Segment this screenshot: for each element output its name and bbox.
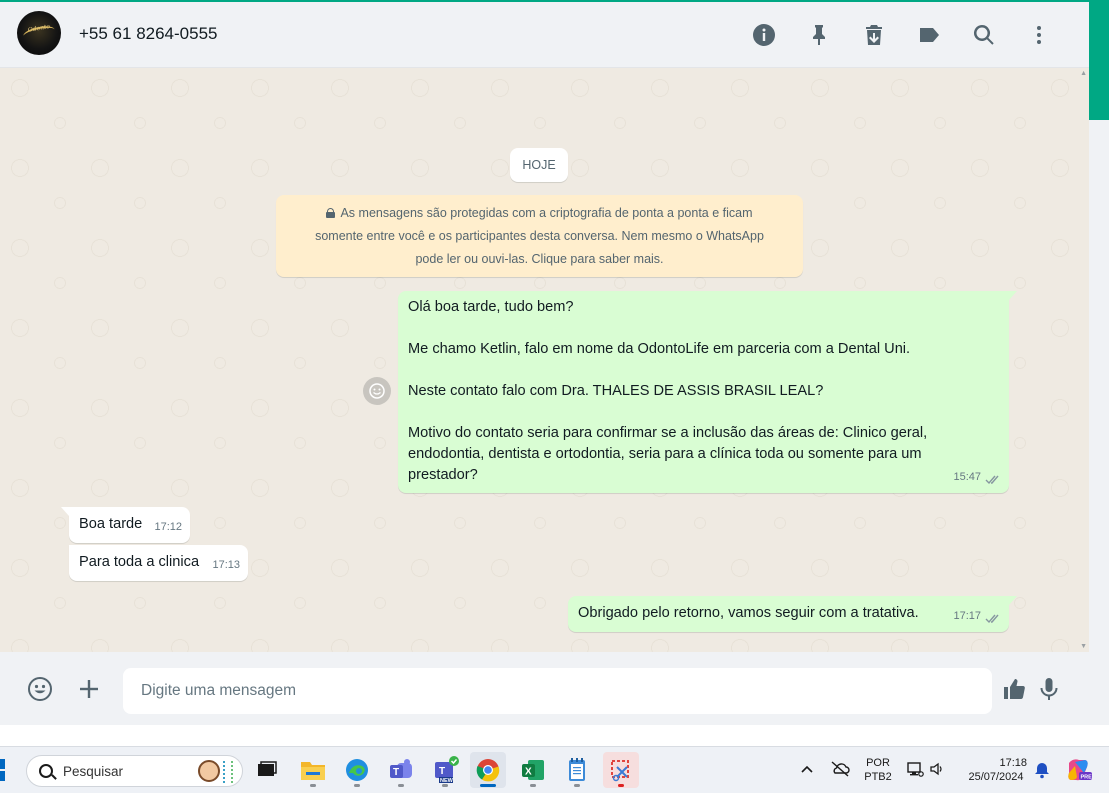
message-meta: 17:12	[154, 517, 182, 538]
header-actions	[736, 18, 1066, 52]
teams-new-icon[interactable]: T NEW	[427, 752, 463, 788]
message-time: 15:47	[953, 471, 981, 483]
onedrive-offline-icon[interactable]	[830, 760, 850, 793]
encryption-notice-text: As mensagens são protegidas com a cripto…	[315, 206, 764, 266]
taskbar-search[interactable]: Pesquisar	[26, 755, 243, 787]
microphone-icon[interactable]	[1034, 674, 1064, 704]
message-time: 17:13	[212, 559, 240, 571]
language-line2: PTB2	[864, 771, 892, 783]
react-emoji-button[interactable]	[363, 377, 391, 405]
window-edge-accent	[1089, 2, 1109, 120]
pin-icon[interactable]	[791, 18, 846, 52]
window-bottom-strip	[0, 725, 1109, 746]
message-text: Boa tarde	[79, 516, 143, 532]
delete-icon[interactable]	[846, 18, 901, 52]
notepad-icon[interactable]	[559, 752, 595, 788]
lock-icon	[326, 208, 336, 218]
attach-plus-icon[interactable]	[74, 674, 104, 704]
message-input[interactable]	[123, 668, 992, 714]
message-meta: 15:47	[953, 467, 1001, 488]
language-line1: POR	[866, 757, 890, 769]
encryption-notice[interactable]: As mensagens são protegidas com a cripto…	[276, 195, 803, 277]
message-incoming[interactable]: Boa tarde 17:12	[61, 507, 190, 543]
message-text: Obrigado pelo retorno, vamos seguir com …	[578, 605, 919, 621]
tray-overflow-chevron-icon[interactable]	[799, 761, 815, 793]
scroll-up-arrow[interactable]: ▲	[1080, 70, 1087, 77]
chat-messages-area[interactable]: ▲ ▼ HOJE As mensagens são protegidas com…	[0, 68, 1089, 652]
excel-icon[interactable]: X	[515, 752, 551, 788]
copilot-badge: PRE	[1081, 775, 1093, 781]
snipping-tool-icon[interactable]	[603, 752, 639, 788]
read-ticks-icon	[985, 611, 1001, 624]
message-time: 17:17	[953, 610, 981, 622]
teams-icon[interactable]: T	[383, 752, 419, 788]
smiley-icon	[369, 383, 385, 399]
info-icon[interactable]	[736, 18, 791, 52]
message-text: Olá boa tarde, tudo bem? Me chamo Ketlin…	[408, 299, 928, 483]
volume-icon[interactable]	[929, 761, 947, 793]
edge-icon[interactable]	[339, 752, 375, 788]
message-composer	[0, 652, 1089, 725]
file-explorer-icon[interactable]	[295, 752, 331, 788]
svg-text:X: X	[525, 767, 532, 778]
contact-avatar[interactable]: Odonto	[17, 11, 61, 55]
windows-taskbar: Pesquisar T T NEW X POR PTB2 17:18 25/07…	[0, 746, 1109, 793]
chat-scrollbar[interactable]: ▲ ▼	[1080, 68, 1089, 652]
message-time: 17:12	[154, 521, 182, 533]
task-view-icon[interactable]	[249, 752, 285, 788]
search-icon[interactable]	[956, 18, 1011, 52]
read-ticks-icon	[985, 472, 1001, 485]
message-outgoing[interactable]: Olá boa tarde, tudo bem? Me chamo Ketlin…	[398, 291, 1017, 493]
chat-header: Odonto +55 61 8264-0555	[0, 2, 1089, 68]
contact-name[interactable]: +55 61 8264-0555	[79, 24, 218, 44]
sticker-icon[interactable]	[999, 674, 1029, 704]
chrome-icon[interactable]	[470, 752, 506, 788]
scroll-down-arrow[interactable]: ▼	[1080, 643, 1087, 650]
windows-start-icon[interactable]	[0, 759, 12, 781]
clock-date: 25/07/2024	[968, 771, 1024, 783]
search-highlight-icon	[196, 759, 234, 785]
svg-text:T: T	[439, 766, 445, 777]
message-meta: 17:17	[953, 606, 1001, 627]
label-icon[interactable]	[901, 18, 956, 52]
input-language-indicator[interactable]: POR PTB2	[862, 756, 894, 793]
taskbar-search-label: Pesquisar	[63, 764, 124, 779]
date-chip: HOJE	[510, 148, 568, 182]
more-options-icon[interactable]	[1011, 18, 1066, 52]
message-meta: 17:13	[212, 555, 240, 576]
network-icon[interactable]	[906, 761, 924, 793]
svg-text:T: T	[393, 767, 399, 778]
search-icon	[39, 764, 53, 778]
notification-bell-icon[interactable]	[1033, 761, 1051, 793]
emoji-icon[interactable]	[25, 674, 55, 704]
message-outgoing[interactable]: Obrigado pelo retorno, vamos seguir com …	[568, 596, 1017, 632]
message-incoming[interactable]: Para toda a clinica 17:13	[69, 545, 248, 581]
clock-time: 17:18	[999, 757, 1027, 769]
copilot-icon[interactable]: PRE	[1065, 757, 1093, 793]
taskbar-clock[interactable]: 17:18 25/07/2024	[961, 756, 1031, 793]
message-text: Para toda a clinica	[79, 554, 200, 570]
